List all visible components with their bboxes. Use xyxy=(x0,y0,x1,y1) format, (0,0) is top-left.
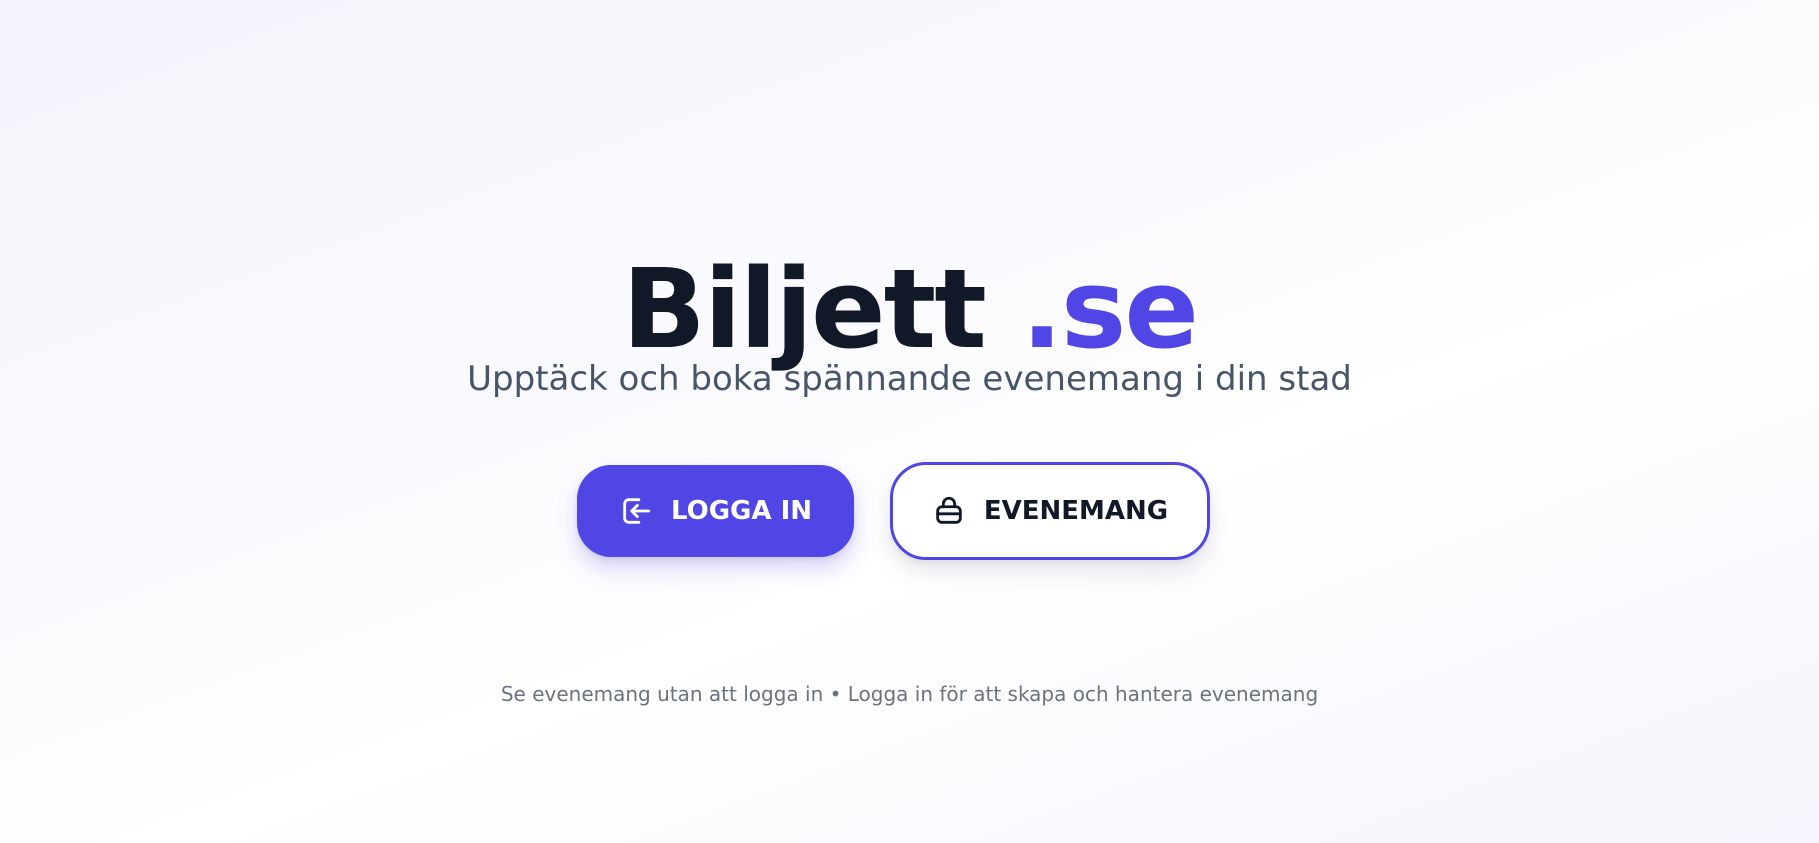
login-button-label: LOGGA IN xyxy=(670,496,813,526)
login-icon xyxy=(619,494,653,528)
ticket-icon xyxy=(932,494,966,528)
hero-section: Biljett .se Upptäck och boka spännande e… xyxy=(0,0,1819,843)
events-button-label: EVENEMANG xyxy=(983,496,1169,526)
site-title-suffix: .se xyxy=(1021,244,1199,373)
login-button[interactable]: LOGGA IN xyxy=(577,465,854,557)
events-button[interactable]: EVENEMANG xyxy=(890,462,1210,560)
tagline: Upptäck och boka spännande evenemang i d… xyxy=(467,359,1352,399)
site-title-main: Biljett xyxy=(622,244,987,373)
info-footnote: Se evenemang utan att logga in • Logga i… xyxy=(500,682,1319,706)
action-buttons: LOGGA IN EVENEMANG xyxy=(0,462,1819,560)
